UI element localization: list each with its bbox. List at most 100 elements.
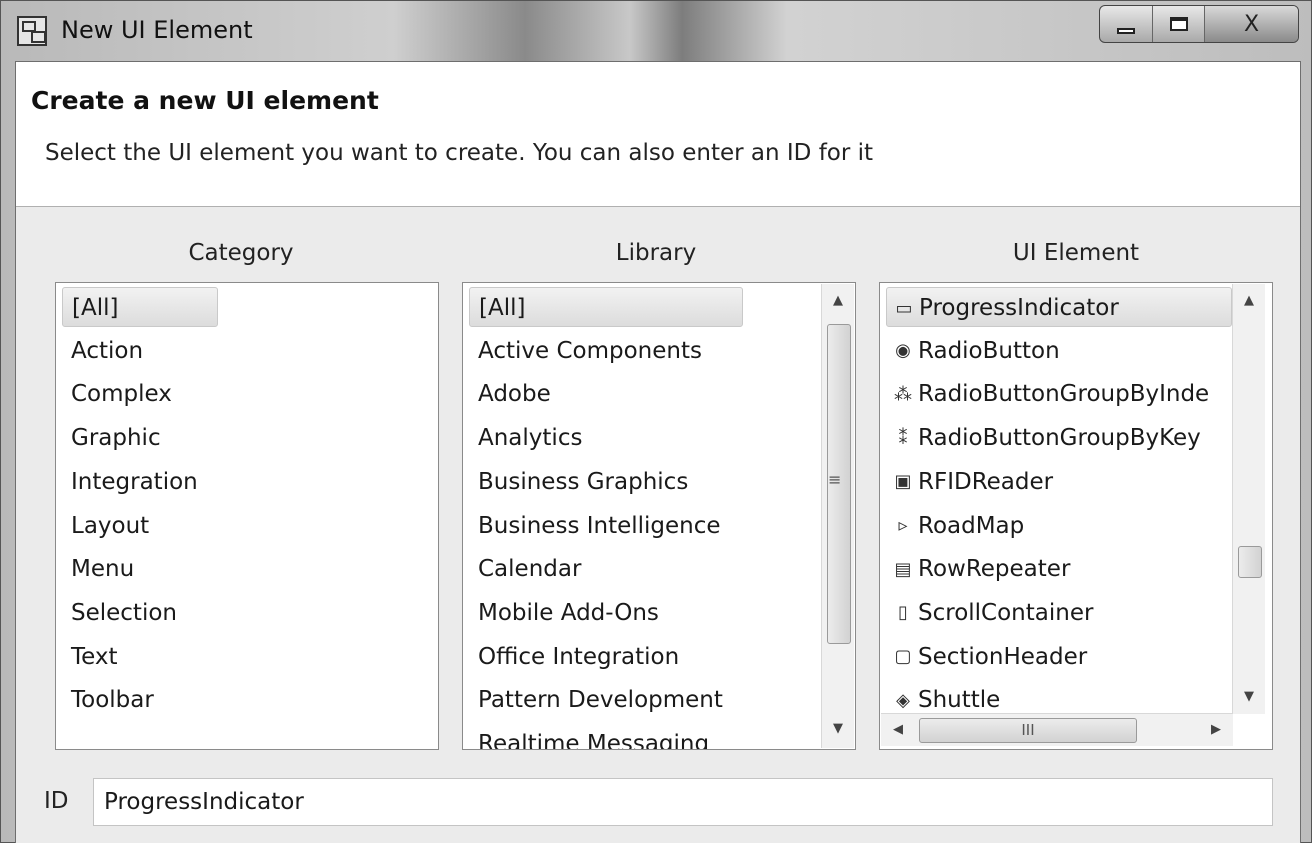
ui-element-item[interactable]: ⁑ RadioButtonGroupByKey <box>886 418 1232 458</box>
library-item[interactable]: Mobile Add-Ons <box>469 593 659 633</box>
scroll-down-icon[interactable]: ▼ <box>822 712 854 746</box>
dialog-header: Create a new UI element Select the UI el… <box>16 62 1300 207</box>
category-item-label: Text <box>71 643 118 670</box>
ui-element-listbox[interactable]: ▲ ▼ ◀ III ▶ ▭ ProgressIndicator ◉ RadioButt… <box>879 282 1273 750</box>
ui-element-item-label: RadioButtonGroupByKey <box>918 425 1201 452</box>
app-icon <box>17 16 47 46</box>
category-item[interactable]: Graphic <box>62 418 161 458</box>
library-listbox[interactable]: ▲ ≡ ▼ [All] Active Components Adobe Analyti… <box>462 282 856 750</box>
scroll-up-icon[interactable]: ▲ <box>1233 284 1265 318</box>
ui-element-scroll-thumb[interactable] <box>1238 546 1262 578</box>
dialog-window: New UI Element X Create a new UI element… <box>0 0 1312 843</box>
scroll-down-icon[interactable]: ▼ <box>1233 680 1265 714</box>
ui-element-item[interactable]: ▯ ScrollContainer <box>886 593 1232 633</box>
dialog-description: Select the UI element you want to create… <box>45 140 874 166</box>
scroll-container-icon: ▯ <box>898 602 908 624</box>
library-item-label: Active Components <box>478 337 702 364</box>
category-item[interactable]: Complex <box>62 374 172 414</box>
ui-element-item-label: RowRepeater <box>918 556 1071 583</box>
category-item[interactable]: Menu <box>62 549 134 589</box>
category-item[interactable]: Integration <box>62 462 198 502</box>
ui-element-item[interactable]: ◈ Shuttle <box>886 680 1232 720</box>
category-listbox[interactable]: [All] Action Complex Graphic Integration Layo… <box>55 282 439 750</box>
library-label: Library <box>615 240 697 266</box>
hscroll-grip-icon: III <box>1021 721 1035 739</box>
progress-indicator-icon: ▭ <box>895 297 913 319</box>
ui-element-item[interactable]: ▭ ProgressIndicator <box>886 287 1232 327</box>
ui-element-item-label: RoadMap <box>918 512 1025 539</box>
ui-element-item[interactable]: ⁂ RadioButtonGroupByInde <box>886 374 1232 414</box>
ui-element-item-label: SectionHeader <box>918 643 1088 670</box>
library-item[interactable]: Calendar <box>469 549 581 589</box>
scroll-grip-icon: ≡ <box>828 470 842 489</box>
row-repeater-icon: ▤ <box>894 558 912 580</box>
category-item-label: Complex <box>71 381 172 408</box>
id-label: ID <box>44 788 69 814</box>
ui-element-item[interactable]: ▢ SectionHeader <box>886 637 1232 677</box>
library-item-label: Realtime Messaging <box>478 731 710 750</box>
category-item-label: Menu <box>71 556 135 583</box>
library-item[interactable]: Office Integration <box>469 637 679 677</box>
category-item[interactable]: Selection <box>62 593 177 633</box>
library-item-label: Office Integration <box>478 643 680 670</box>
library-item[interactable]: Analytics <box>469 418 582 458</box>
scroll-up-icon[interactable]: ▲ <box>822 284 854 318</box>
roadmap-icon: ▹ <box>898 515 908 536</box>
category-item-label: Layout <box>71 512 150 539</box>
library-item-label: Adobe <box>478 381 551 408</box>
category-item[interactable]: Layout <box>62 506 149 546</box>
ui-element-item-label: RadioButton <box>918 337 1060 364</box>
title-bar[interactable]: New UI Element X <box>1 1 1311 61</box>
category-label: Category <box>188 240 294 266</box>
ui-element-hscroll-thumb[interactable]: III <box>919 718 1137 743</box>
category-item[interactable]: Toolbar <box>62 680 154 720</box>
ui-element-item[interactable]: ◉ RadioButton <box>886 331 1232 371</box>
library-item[interactable]: Business Intelligence <box>469 506 721 546</box>
ui-element-item-label: ScrollContainer <box>918 599 1094 626</box>
ui-element-item[interactable]: ▣ RFIDReader <box>886 462 1232 502</box>
library-item-label: Business Graphics <box>478 468 689 495</box>
ui-element-item-label: ProgressIndicator <box>919 295 1119 321</box>
category-item[interactable]: Text <box>62 637 118 677</box>
ui-element-label: UI Element <box>1012 240 1140 266</box>
category-item[interactable]: Action <box>62 331 143 371</box>
category-item-label: Integration <box>71 468 198 495</box>
close-button[interactable]: X <box>1204 6 1298 42</box>
library-item[interactable]: [All] <box>469 287 743 327</box>
category-item-label: Toolbar <box>71 687 154 714</box>
category-item-label: Action <box>71 337 144 364</box>
ui-element-vscrollbar[interactable]: ▲ ▼ <box>1232 284 1265 714</box>
section-header-icon: ▢ <box>894 646 912 668</box>
library-item-label: Calendar <box>478 556 582 583</box>
library-item[interactable]: Active Components <box>469 331 702 371</box>
library-item[interactable]: Adobe <box>469 374 551 414</box>
id-input[interactable] <box>93 778 1273 826</box>
dialog-heading: Create a new UI element <box>31 86 379 115</box>
library-item-label: Business Intelligence <box>478 512 721 539</box>
close-icon: X <box>1243 11 1260 37</box>
category-item-label: Selection <box>71 599 177 626</box>
minimize-icon <box>1117 28 1135 34</box>
category-item-label: [All] <box>72 295 119 321</box>
maximize-button[interactable] <box>1152 6 1204 42</box>
radio-group-key-icon: ⁑ <box>898 427 908 449</box>
category-item[interactable]: [All] <box>62 287 218 327</box>
ui-element-item[interactable]: ▤ RowRepeater <box>886 549 1232 589</box>
library-item[interactable]: Business Graphics <box>469 462 688 502</box>
library-scrollbar[interactable]: ▲ ≡ ▼ <box>821 284 854 748</box>
library-item-label: Mobile Add-Ons <box>478 599 659 626</box>
library-item[interactable]: Realtime Messaging <box>469 724 710 750</box>
library-item-label: Analytics <box>478 425 583 452</box>
shuttle-icon: ◈ <box>896 689 910 711</box>
library-item[interactable]: Pattern Development <box>469 680 723 720</box>
ui-element-item[interactable]: ▹ RoadMap <box>886 506 1232 546</box>
ui-element-item-label: Shuttle <box>918 687 1001 714</box>
category-item-label: Graphic <box>71 425 161 452</box>
window-controls: X <box>1099 5 1299 43</box>
rfid-reader-icon: ▣ <box>894 471 912 493</box>
radio-button-icon: ◉ <box>895 340 911 362</box>
maximize-icon <box>1169 17 1188 31</box>
window-title: New UI Element <box>61 16 253 44</box>
dialog-body: Create a new UI element Select the UI el… <box>15 61 1301 843</box>
minimize-button[interactable] <box>1100 6 1152 42</box>
